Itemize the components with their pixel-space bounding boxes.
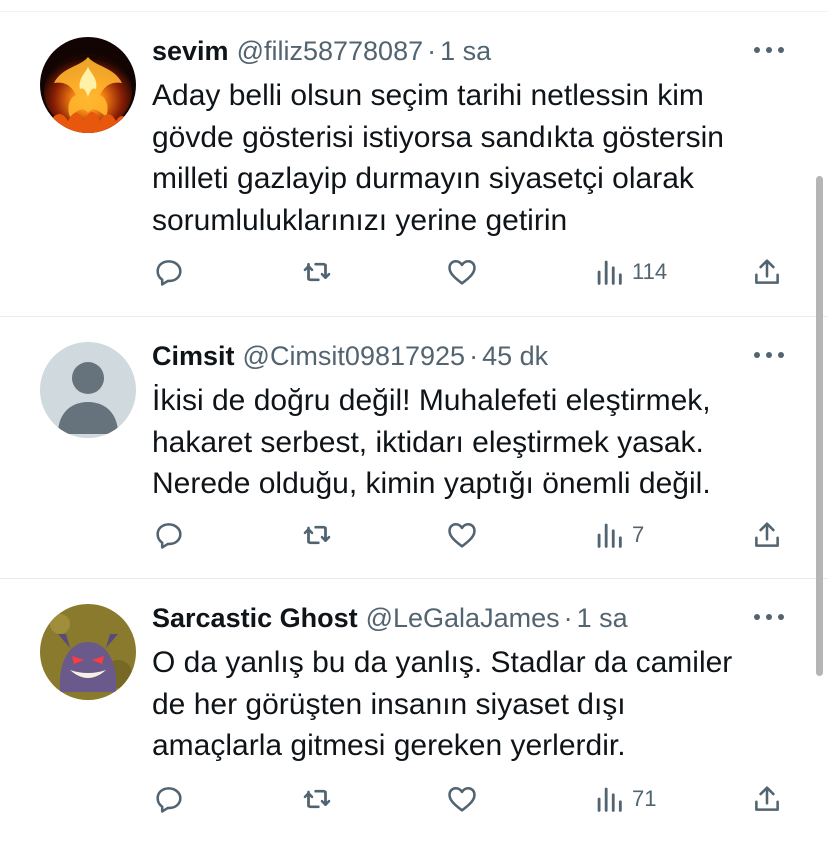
tweet[interactable]: Sarcastic Ghost @LeGalaJames · 1 sa O da… [0, 579, 828, 841]
tweet[interactable]: sevim @filiz58778087 · 1 sa Aday belli o… [0, 12, 828, 317]
share-button[interactable] [750, 515, 784, 555]
tweet-actions: 7 [0, 515, 828, 555]
avatar[interactable] [40, 37, 136, 133]
views-icon [597, 787, 622, 812]
timestamp[interactable]: 45 dk [482, 341, 548, 372]
views-count: 114 [632, 259, 668, 284]
views-button[interactable]: 114 [592, 252, 667, 292]
user-handle[interactable]: @filiz58778087 [237, 36, 424, 67]
retweet-button[interactable] [300, 252, 334, 292]
retweet-icon [303, 789, 331, 809]
like-button[interactable] [445, 252, 479, 292]
reply-icon [156, 260, 182, 286]
share-icon [755, 522, 779, 547]
reply-button[interactable] [152, 779, 186, 819]
like-button[interactable] [445, 779, 479, 819]
timestamp[interactable]: 1 sa [577, 603, 628, 634]
retweet-icon [303, 525, 331, 545]
phoenix-fire-avatar-icon [40, 37, 136, 133]
reply-icon [156, 523, 182, 549]
share-button[interactable] [750, 252, 784, 292]
display-name[interactable]: Sarcastic Ghost [152, 603, 358, 634]
retweet-button[interactable] [300, 779, 334, 819]
tweet-actions: 71 [0, 779, 828, 819]
tweet-text: O da yanlış bu da yanlış. Stadlar da cam… [152, 646, 733, 762]
retweet-button[interactable] [300, 515, 334, 555]
views-button[interactable]: 7 [592, 515, 644, 555]
tweet-text: İkisi de doğru değil! Muhalefeti eleştir… [152, 384, 711, 500]
heart-icon [448, 522, 476, 548]
user-handle[interactable]: @LeGalaJames [366, 603, 560, 634]
retweet-icon [303, 262, 331, 282]
tweet-header: sevim @filiz58778087 · 1 sa [152, 34, 758, 68]
tweet-header: Sarcastic Ghost @LeGalaJames · 1 sa [152, 601, 758, 635]
separator-dot: · [469, 340, 479, 371]
display-name[interactable]: Cimsit [152, 341, 235, 372]
gengar-character-avatar-icon [40, 604, 136, 700]
tweet-header: Cimsit @Cimsit09817925 · 45 dk [152, 339, 758, 373]
views-count: 71 [632, 786, 657, 811]
heart-icon [448, 259, 476, 285]
heart-icon [448, 786, 476, 812]
reply-button[interactable] [152, 252, 186, 292]
views-icon [597, 260, 622, 285]
scrollbar[interactable] [816, 176, 823, 676]
separator-dot: · [427, 35, 437, 66]
views-icon [597, 523, 622, 548]
display-name[interactable]: sevim [152, 36, 229, 67]
share-icon [755, 786, 779, 811]
avatar[interactable] [40, 342, 136, 438]
more-dots-icon[interactable] [754, 604, 784, 630]
tweet-actions: 114 [0, 252, 828, 292]
avatar[interactable] [40, 604, 136, 700]
share-button[interactable] [750, 779, 784, 819]
like-button[interactable] [445, 515, 479, 555]
reply-icon [156, 787, 182, 813]
timestamp[interactable]: 1 sa [440, 36, 491, 67]
user-handle[interactable]: @Cimsit09817925 [243, 341, 466, 372]
share-icon [755, 259, 779, 284]
separator-dot: · [563, 602, 573, 633]
reply-button[interactable] [152, 515, 186, 555]
tweet-text: Aday belli olsun seçim tarihi netlessin … [152, 79, 724, 237]
views-button[interactable]: 71 [592, 779, 656, 819]
views-count: 7 [632, 522, 645, 547]
more-dots-icon[interactable] [754, 342, 784, 368]
default-person-avatar-icon [58, 362, 118, 434]
tweet[interactable]: Cimsit @Cimsit09817925 · 45 dk İkisi de … [0, 317, 828, 579]
more-dots-icon[interactable] [754, 37, 784, 63]
